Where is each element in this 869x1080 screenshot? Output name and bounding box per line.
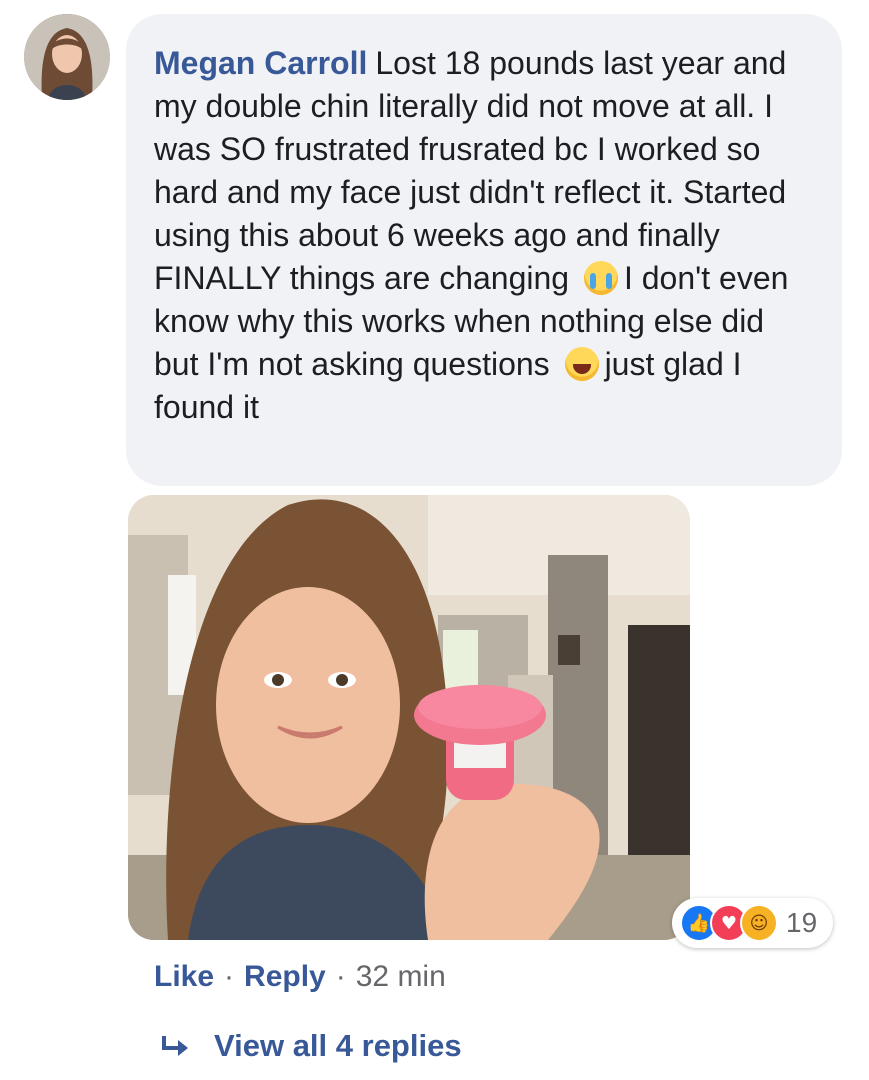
comment-bubble: Megan Carroll Lost 18 pounds last year an… [126,14,842,486]
separator: · [335,960,346,993]
reply-button[interactable]: Reply [244,960,326,994]
view-replies-label: View all 4 replies [214,1028,462,1063]
comment-text: Megan Carroll Lost 18 pounds last year an… [154,42,816,429]
author-name[interactable]: Megan Carroll [154,45,367,81]
timestamp[interactable]: 32 min [356,960,446,994]
haha-icon: ☺ [740,904,778,942]
attached-photo[interactable] [128,495,690,940]
view-replies-link[interactable]: View all 4 replies [160,1028,462,1064]
comment-actions: Like · Reply · 32 min [154,960,446,994]
separator: · [224,960,235,993]
like-button[interactable]: Like [154,960,214,994]
laughing-face-icon [564,347,599,381]
reaction-count: 19 [786,907,818,938]
reply-arrow-icon [162,1036,188,1056]
author-avatar[interactable] [24,14,110,100]
crying-face-icon [583,261,618,295]
comment-text-part1: Lost 18 pounds last year and my double c… [154,45,787,296]
reaction-summary[interactable]: 👍 ♥ ☺ 19 [672,898,834,948]
